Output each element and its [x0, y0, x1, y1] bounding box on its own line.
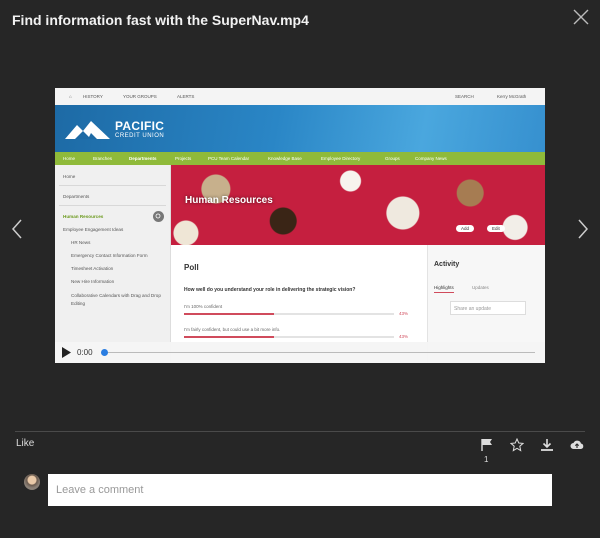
activity-title: Activity — [434, 261, 460, 268]
nav-knowledge-base: Knowledge Base — [268, 156, 302, 161]
poll-question: How well do you understand your role in … — [184, 287, 356, 293]
flag-icon[interactable] — [480, 438, 494, 452]
suite-bar: ⌂ HISTORY YOUR GROUPS ALERTS SEARCH Kerr… — [55, 88, 545, 106]
suitebar-groups: YOUR GROUPS — [123, 94, 157, 99]
suitebar-search: SEARCH — [455, 94, 474, 99]
divider — [15, 431, 585, 432]
activity-tab-updates: Updates — [472, 285, 489, 290]
previous-arrow-icon[interactable] — [10, 218, 24, 240]
nav-departments: Departments — [129, 156, 157, 161]
sidebar-current: Human Resources — [63, 214, 104, 219]
video-player[interactable]: ⌂ HISTORY YOUR GROUPS ALERTS SEARCH Kerr… — [55, 88, 545, 363]
brand-name: PACIFIC — [115, 119, 165, 133]
global-nav: Home Branches Departments Projects PCU T… — [55, 152, 545, 165]
activity-tab-highlights: Highlights — [434, 285, 454, 293]
sidebar-item: New Hire Information — [71, 279, 115, 284]
dialog-title: Find information fast with the SuperNav.… — [12, 12, 309, 28]
home-icon: ⌂ — [69, 94, 72, 99]
progress-knob[interactable] — [101, 349, 108, 356]
nav-team-calendar: PCU Team Calendar — [208, 156, 250, 161]
sidebar-item: HR News — [71, 240, 91, 245]
next-arrow-icon[interactable] — [576, 218, 590, 240]
poll-option-bar — [184, 313, 275, 315]
suitebar-alerts: ALERTS — [177, 94, 195, 99]
star-icon[interactable] — [510, 438, 524, 452]
nav-branches: Branches — [93, 156, 113, 161]
sidebar-item: Employee Engagement Ideas — [63, 227, 124, 232]
suitebar-user: Kerry McGrath — [497, 94, 527, 99]
comment-input[interactable] — [48, 474, 552, 506]
poll-option-percent: 43% — [399, 334, 409, 339]
flag-count: 1 — [484, 455, 489, 464]
hero-banner: Human Resources Add Edit — [171, 165, 545, 245]
mountain-logo-icon — [65, 121, 110, 139]
cloud-upload-icon[interactable] — [570, 438, 584, 452]
nav-groups: Groups — [385, 156, 400, 161]
poll-option-label: I'm 100% confident — [184, 304, 223, 309]
avatar — [24, 474, 40, 490]
poll-title: Poll — [184, 263, 199, 272]
poll-option-label: I'm fairly confident, but could use a bi… — [184, 327, 281, 332]
add-button: Add — [456, 225, 475, 232]
sidebar-item: Collaborative Calendars with Drag and Dr… — [71, 293, 161, 306]
brand-sub: CREDIT UNION — [115, 133, 165, 139]
nav-projects: Projects — [175, 156, 192, 161]
play-icon[interactable] — [62, 347, 71, 358]
sidebar-item: Emergency Contact Information Form — [71, 253, 148, 258]
video-sidebar: Home Departments Human Resources Employe… — [55, 165, 171, 363]
brand-banner: PACIFIC CREDIT UNION — [55, 105, 545, 152]
nav-company-news: Company News — [415, 156, 447, 161]
nav-employee-directory: Employee Directory — [321, 156, 361, 161]
player-controls: 0:00 — [55, 342, 545, 363]
progress-track[interactable] — [105, 352, 535, 353]
like-button[interactable]: Like — [16, 438, 34, 449]
download-icon[interactable] — [540, 438, 554, 452]
sidebar-departments: Departments — [63, 194, 90, 199]
suitebar-history: HISTORY — [83, 94, 103, 99]
share-update-field: Share an update — [450, 301, 526, 315]
sidebar-search-icon — [153, 211, 164, 222]
poll-option-percent: 43% — [399, 311, 409, 316]
close-icon[interactable] — [572, 8, 590, 26]
edit-button: Edit — [487, 225, 505, 232]
poll-option-bar — [184, 336, 275, 338]
player-time: 0:00 — [77, 348, 93, 357]
sidebar-home: Home — [63, 174, 76, 179]
hero-title: Human Resources — [185, 195, 273, 206]
sidebar-item: Timesheet Activation — [71, 266, 114, 271]
nav-home: Home — [63, 156, 76, 161]
